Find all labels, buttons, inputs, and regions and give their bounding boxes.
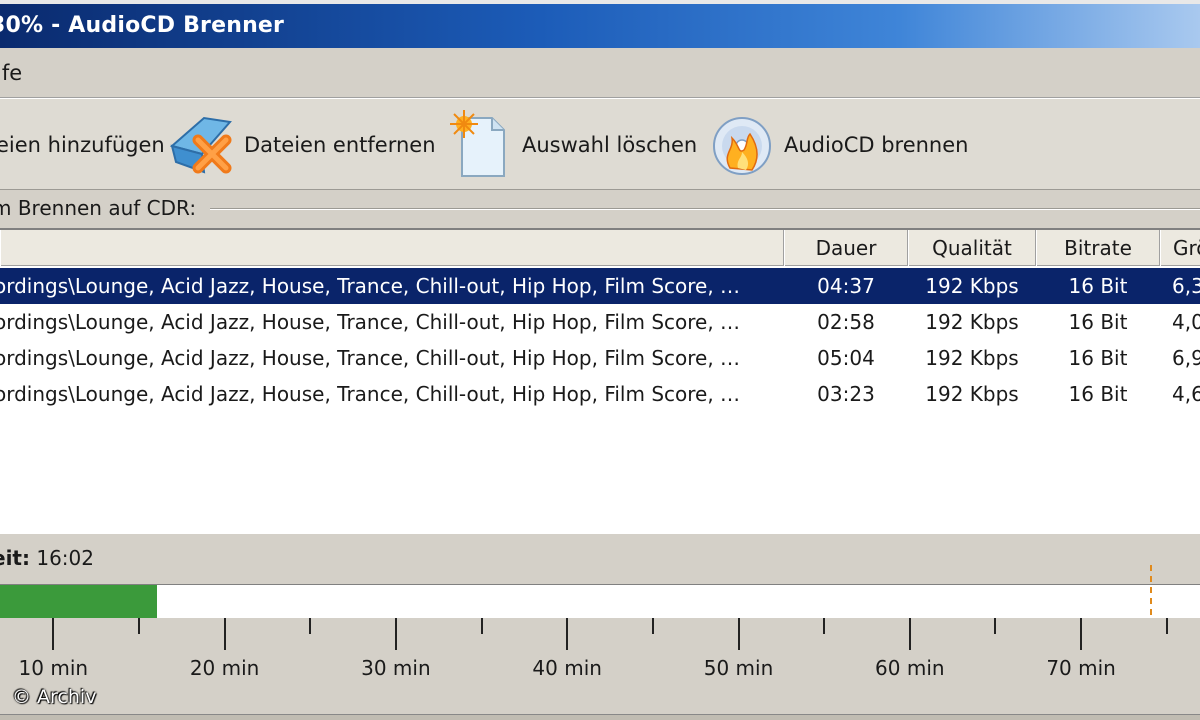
track-path: ordings\Lounge, Acid Jazz, House, Trance… [0, 274, 741, 298]
clear-selection-button[interactable]: Auswahl löschen [446, 99, 697, 191]
ruler-tick [137, 618, 140, 634]
clear-selection-label: Auswahl löschen [522, 133, 698, 157]
ruler-tick-label: 70 min [1046, 656, 1116, 680]
clear-selection-icon [450, 110, 505, 177]
ruler-tick [223, 618, 226, 650]
ruler-tick-label: 60 min [875, 656, 945, 680]
burn-cd-button[interactable]: AudioCD brennen [708, 99, 968, 191]
ruler-tick [823, 618, 826, 634]
track-size: 6,9 [1172, 346, 1200, 370]
track-bitrate: 16 Bit [1068, 382, 1128, 406]
track-quality: 192 Kbps [925, 382, 1019, 406]
ruler-tick-label: 50 min [703, 656, 774, 680]
watermark: © Archiv [12, 686, 97, 708]
track-duration: 05:04 [817, 346, 875, 370]
track-duration: 03:23 [817, 382, 875, 406]
track-path: ordings\Lounge, Acid Jazz, House, Trance… [0, 382, 741, 406]
capacity-bar [0, 584, 1200, 618]
ruler-tick [52, 618, 55, 650]
track-quality: 192 Kbps [925, 274, 1019, 298]
ruler-tick [566, 618, 569, 650]
total-time-value: 16:02 [36, 546, 94, 570]
ruler-tick [309, 618, 312, 634]
ruler-tick-label: 20 min [189, 656, 260, 680]
table-row[interactable]: ordings\Lounge, Acid Jazz, House, Trance… [0, 304, 1200, 340]
menu-bar: lfe [0, 48, 1200, 98]
remove-files-icon [169, 116, 232, 174]
column-header-size[interactable]: Grö [1160, 230, 1200, 266]
ruler-tick [908, 618, 911, 650]
ruler-tick [737, 618, 740, 650]
ruler-tick [480, 618, 483, 634]
window-title: 30% - AudioCD Brenner [0, 13, 285, 38]
track-list[interactable]: Dauer Qualität Bitrate Grö ordings\Loung… [0, 228, 1200, 533]
ruler-tick [651, 618, 654, 634]
table-row[interactable]: ordings\Lounge, Acid Jazz, House, Trance… [0, 340, 1200, 376]
column-header-bitrate[interactable]: Bitrate [1036, 230, 1160, 266]
title-bar: 30% - AudioCD Brenner [0, 0, 1200, 48]
burn-cd-icon [713, 117, 771, 175]
total-time-readout: eit: 16:02 [0, 546, 94, 570]
menu-item-help[interactable]: lfe [0, 61, 22, 85]
track-size: 6,3 [1172, 274, 1200, 298]
ruler-tick [1080, 618, 1083, 650]
time-ruler: 10 min 20 min 30 min 40 min 50 min 60 min 70 m… [0, 618, 1200, 718]
toolbar: eien hinzufügen Dateien entfernen Auswah… [0, 98, 1200, 190]
track-quality: 192 Kbps [925, 346, 1019, 370]
ruler-tick [1165, 618, 1168, 634]
column-header-quality[interactable]: Qualität [908, 230, 1036, 266]
track-bitrate: 16 Bit [1068, 346, 1128, 370]
total-time-label: eit: [0, 546, 30, 570]
track-duration: 02:58 [817, 310, 875, 334]
ruler-tick-label: 30 min [361, 656, 431, 680]
track-size: 4,0 [1172, 310, 1200, 334]
track-quality: 192 Kbps [925, 310, 1019, 334]
track-bitrate: 16 Bit [1068, 274, 1128, 298]
cd-capacity-limit-marker [1149, 565, 1152, 615]
remove-files-button[interactable]: Dateien entfernen [168, 99, 436, 191]
ruler-tick [994, 618, 997, 634]
table-row[interactable]: ordings\Lounge, Acid Jazz, House, Trance… [0, 268, 1200, 304]
column-header-duration[interactable]: Dauer [784, 230, 908, 266]
track-bitrate: 16 Bit [1068, 310, 1128, 334]
list-header: Dauer Qualität Bitrate Grö [0, 230, 1200, 266]
track-size: 4,6 [1172, 382, 1200, 406]
section-divider [210, 208, 1200, 210]
capacity-fill [0, 585, 157, 618]
track-duration: 04:37 [817, 274, 875, 298]
track-path: ordings\Lounge, Acid Jazz, House, Trance… [0, 310, 741, 334]
window-bottom-edge [0, 714, 1200, 720]
add-files-label: eien hinzufügen [0, 133, 165, 157]
ruler-tick [394, 618, 397, 650]
column-header-path[interactable] [0, 230, 784, 266]
remove-files-label: Dateien entfernen [244, 133, 436, 157]
add-files-button[interactable]: eien hinzufügen [0, 99, 165, 191]
burn-cd-label: AudioCD brennen [784, 133, 969, 157]
table-row[interactable]: ordings\Lounge, Acid Jazz, House, Trance… [0, 376, 1200, 412]
track-path: ordings\Lounge, Acid Jazz, House, Trance… [0, 346, 741, 370]
ruler-tick-label: 40 min [532, 656, 602, 680]
ruler-tick-label: 10 min [18, 656, 89, 680]
cdr-section-label: m Brennen auf CDR: [0, 196, 197, 220]
